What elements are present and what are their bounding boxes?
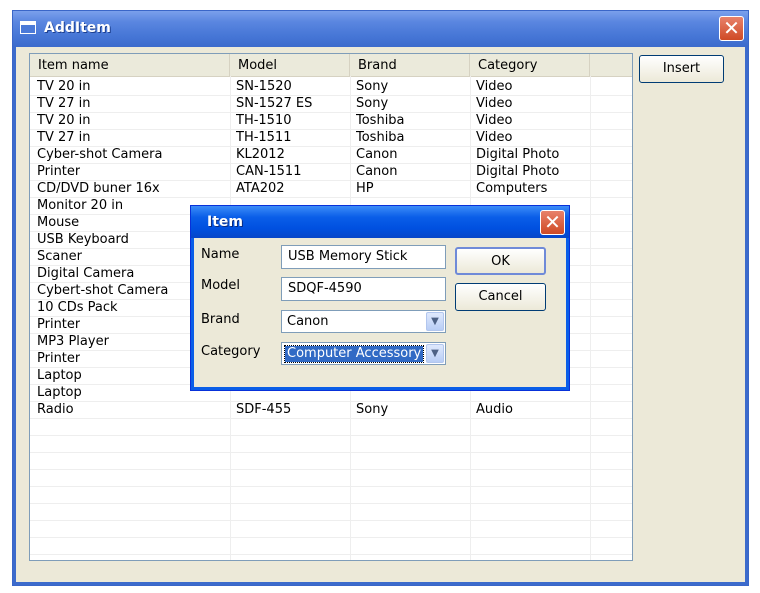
table-cell: Radio xyxy=(37,402,74,417)
chevron-down-icon[interactable]: ▼ xyxy=(426,312,444,331)
chevron-down-icon[interactable]: ▼ xyxy=(426,344,444,363)
table-cell: Laptop xyxy=(37,368,82,383)
close-icon: ✕ xyxy=(723,16,740,40)
table-cell: Printer xyxy=(37,317,81,332)
dialog-title: Item xyxy=(207,214,243,230)
window-icon xyxy=(20,21,36,34)
table-cell: TV 20 in xyxy=(37,79,91,94)
table-cell: Video xyxy=(476,113,513,128)
table-cell: USB Keyboard xyxy=(37,232,129,247)
table-cell: Mouse xyxy=(37,215,80,230)
brand-select-value: Canon xyxy=(287,314,329,329)
table-cell: Printer xyxy=(37,164,81,179)
window-border-bottom xyxy=(13,582,748,585)
grid-line xyxy=(30,554,632,555)
grid-line xyxy=(30,435,632,436)
table-cell: SN-1520 xyxy=(236,79,292,94)
window-border-left xyxy=(13,47,16,585)
table-cell: CAN-1511 xyxy=(236,164,302,179)
table-cell: Toshiba xyxy=(356,113,405,128)
table-cell: TV 27 in xyxy=(37,96,91,111)
table-cell: Video xyxy=(476,79,513,94)
table-cell: Digital Camera xyxy=(37,266,135,281)
table-cell: ATA202 xyxy=(236,181,285,196)
table-row[interactable]: CD/DVD buner 16x ATA202 HP Computers xyxy=(30,180,632,197)
table-cell: Scaner xyxy=(37,249,82,264)
grid-line xyxy=(30,452,632,453)
window-border-right xyxy=(745,47,748,585)
column-header-model[interactable]: Model xyxy=(230,54,350,76)
list-header: Item name Model Brand Category xyxy=(30,54,632,77)
window-title: AddItem xyxy=(44,20,111,36)
table-cell: Printer xyxy=(37,351,81,366)
brand-select[interactable]: Canon ▼ xyxy=(281,310,446,333)
table-cell: HP xyxy=(356,181,374,196)
grid-line xyxy=(30,537,632,538)
window-title-bar[interactable]: AddItem ✕ xyxy=(13,11,748,47)
table-cell: Digital Photo xyxy=(476,164,560,179)
table-row[interactable]: Radio SDF-455 Sony Audio xyxy=(30,401,632,418)
name-label: Name xyxy=(201,247,240,262)
model-label: Model xyxy=(201,278,241,293)
table-row[interactable]: TV 27 in SN-1527 ES Sony Video xyxy=(30,95,632,112)
table-cell: Digital Photo xyxy=(476,147,560,162)
item-dialog: Item ✕ Name USB Memory Stick Model SDQF-… xyxy=(190,205,570,391)
table-cell: MP3 Player xyxy=(37,334,109,349)
close-icon: ✕ xyxy=(544,210,561,234)
column-header-category[interactable]: Category xyxy=(470,54,590,76)
category-select[interactable]: Computer Accessory ▼ xyxy=(281,342,446,365)
model-field[interactable]: SDQF-4590 xyxy=(281,277,446,301)
table-cell: TH-1511 xyxy=(236,130,292,145)
table-row[interactable]: Printer CAN-1511 Canon Digital Photo xyxy=(30,163,632,180)
table-cell: Sony xyxy=(356,79,389,94)
dialog-border-bottom xyxy=(191,387,569,390)
name-field[interactable]: USB Memory Stick xyxy=(281,245,446,269)
dialog-title-bar[interactable]: Item ✕ xyxy=(191,206,569,238)
table-cell: Laptop xyxy=(37,385,82,400)
category-label: Category xyxy=(201,344,261,359)
table-cell: TH-1510 xyxy=(236,113,292,128)
table-cell: 10 CDs Pack xyxy=(37,300,118,315)
table-cell: KL2012 xyxy=(236,147,285,162)
table-cell: Cyber-shot Camera xyxy=(37,147,163,162)
insert-button[interactable]: Insert xyxy=(639,55,724,83)
table-row[interactable]: TV 20 in SN-1520 Sony Video xyxy=(30,78,632,95)
grid-line xyxy=(30,520,632,521)
table-cell: Canon xyxy=(356,147,398,162)
table-cell: Monitor 20 in xyxy=(37,198,124,213)
table-cell: SN-1527 ES xyxy=(236,96,313,111)
table-cell: Cybert-shot Camera xyxy=(37,283,169,298)
grid-line xyxy=(30,469,632,470)
table-row[interactable]: TV 20 in TH-1510 Toshiba Video xyxy=(30,112,632,129)
window-close-button[interactable]: ✕ xyxy=(719,16,744,41)
table-cell: TV 20 in xyxy=(37,113,91,128)
table-cell: Toshiba xyxy=(356,130,405,145)
ok-button[interactable]: OK xyxy=(455,247,546,275)
grid-line xyxy=(30,418,632,419)
table-cell: Sony xyxy=(356,96,389,111)
category-select-value: Computer Accessory xyxy=(283,345,425,363)
table-row[interactable]: Cyber-shot Camera KL2012 Canon Digital Phot… xyxy=(30,146,632,163)
table-cell: SDF-455 xyxy=(236,402,292,417)
dialog-close-button[interactable]: ✕ xyxy=(540,210,565,235)
grid-line xyxy=(30,503,632,504)
table-cell: Audio xyxy=(476,402,513,417)
table-cell: Video xyxy=(476,130,513,145)
table-cell: Canon xyxy=(356,164,398,179)
table-cell: TV 27 in xyxy=(37,130,91,145)
dialog-border-right xyxy=(566,238,569,390)
table-cell: CD/DVD buner 16x xyxy=(37,181,160,196)
table-row[interactable]: TV 27 in TH-1511 Toshiba Video xyxy=(30,129,632,146)
dialog-border-left xyxy=(191,238,194,390)
cancel-button[interactable]: Cancel xyxy=(455,283,546,311)
table-cell: Video xyxy=(476,96,513,111)
grid-line xyxy=(30,486,632,487)
table-cell: Computers xyxy=(476,181,548,196)
brand-label: Brand xyxy=(201,312,240,327)
table-cell: Sony xyxy=(356,402,389,417)
column-header-item-name[interactable]: Item name xyxy=(30,54,230,76)
column-header-brand[interactable]: Brand xyxy=(350,54,470,76)
